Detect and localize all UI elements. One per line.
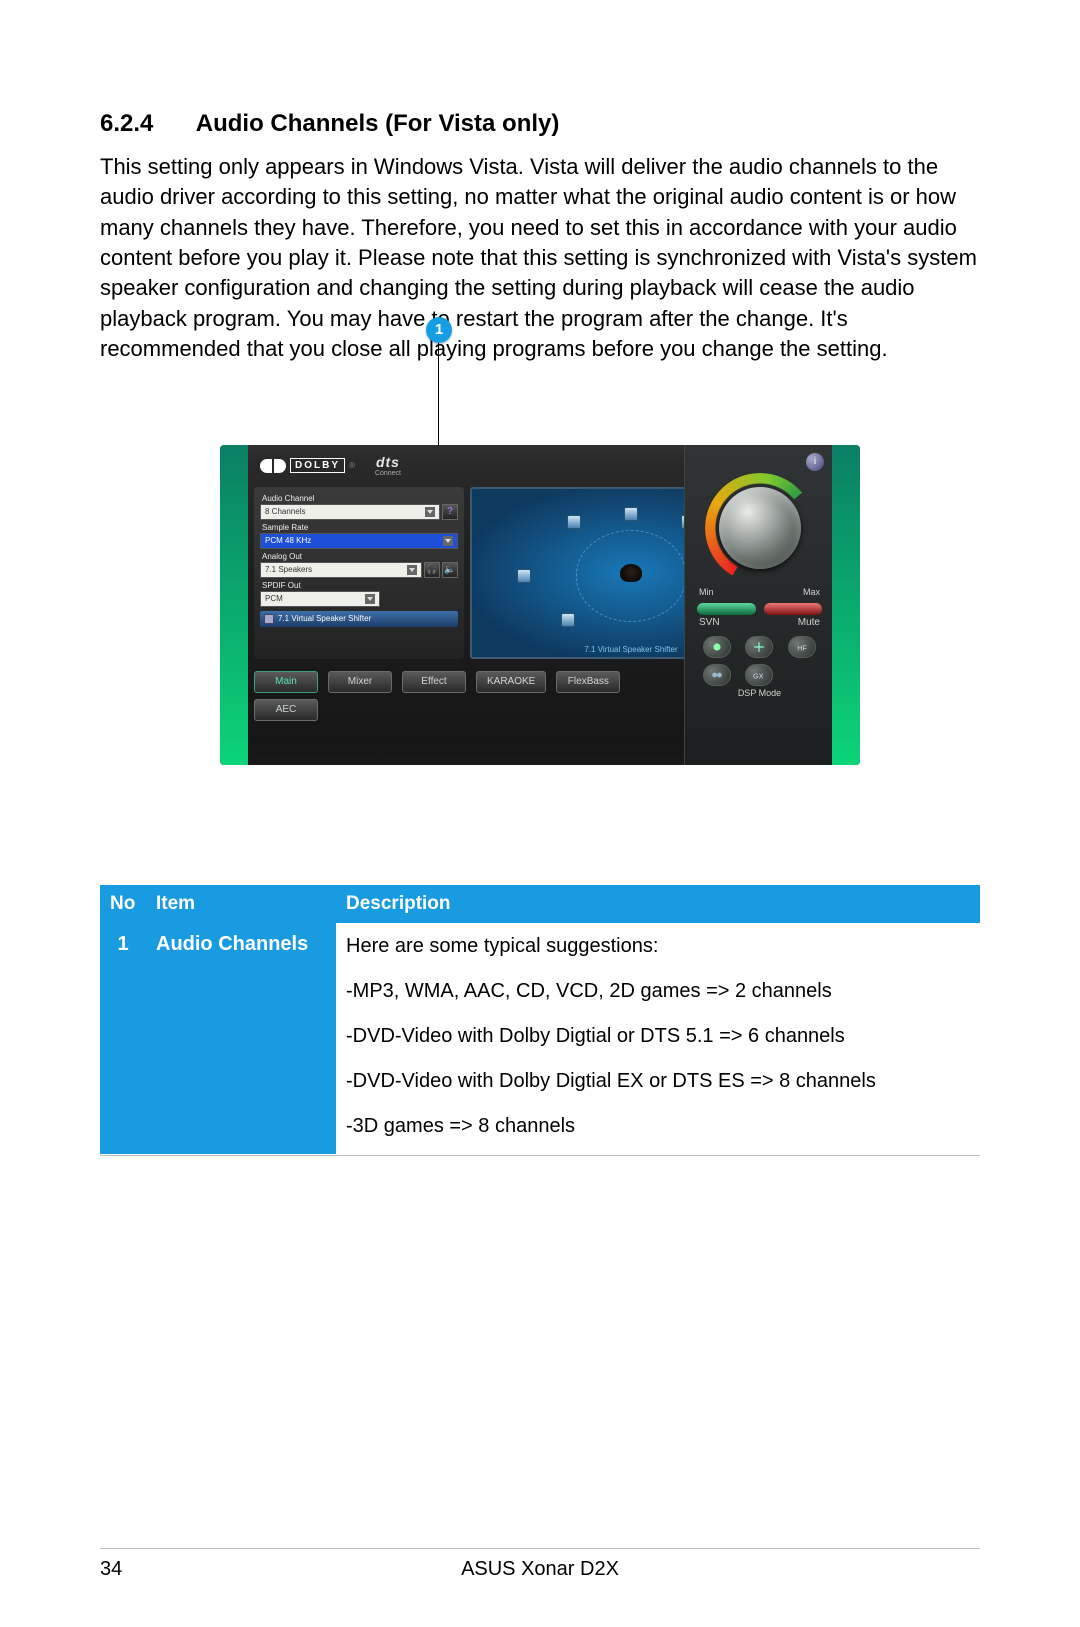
tab-effect[interactable]: Effect bbox=[402, 671, 466, 693]
chevron-down-icon bbox=[425, 507, 435, 517]
desc-line: -3D games => 8 channels bbox=[346, 1113, 970, 1140]
speaker-rear-left[interactable] bbox=[561, 613, 575, 627]
tab-karaoke[interactable]: KARAOKE bbox=[476, 671, 546, 693]
chevron-down-icon bbox=[407, 565, 417, 575]
speaker-front-left[interactable] bbox=[567, 515, 581, 529]
svn-label: SVN bbox=[699, 617, 720, 628]
cell-no: 1 bbox=[100, 923, 146, 1155]
mute-label: Mute bbox=[798, 617, 820, 628]
sample-rate-combo[interactable]: PCM 48 KHz bbox=[260, 533, 458, 549]
dts-subtext: Connect bbox=[375, 470, 401, 477]
footer-title: ASUS Xonar D2X bbox=[100, 1558, 980, 1581]
dsp-btn-2[interactable] bbox=[745, 636, 773, 658]
speaker-test-button[interactable]: 🔈 bbox=[442, 562, 458, 578]
knob-cap-icon bbox=[719, 487, 801, 569]
headphone-icon: 🎧 bbox=[426, 564, 437, 575]
knob-area: i Min Max SVN Mute bbox=[684, 445, 834, 765]
dsp-mode-label: DSP Mode bbox=[693, 688, 826, 698]
svg-text:GX: GX bbox=[753, 671, 764, 680]
description-table: No Item Description 1 Audio Channels Her… bbox=[100, 885, 980, 1156]
volume-knob[interactable] bbox=[705, 473, 815, 583]
cell-desc: Here are some typical suggestions: -MP3,… bbox=[336, 923, 980, 1155]
dsp-btn-5[interactable]: GX bbox=[745, 664, 773, 686]
left-panel: Audio Channel 8 Channels ? Sample Rate P… bbox=[254, 487, 464, 659]
desc-line: Here are some typical suggestions: bbox=[346, 933, 970, 960]
listener-icon bbox=[620, 564, 642, 582]
th-item: Item bbox=[146, 885, 336, 923]
section-paragraph: This setting only appears in Windows Vis… bbox=[100, 152, 980, 365]
checkbox-icon bbox=[264, 614, 274, 624]
spdif-out-value: PCM bbox=[265, 594, 283, 603]
svn-toggle[interactable] bbox=[697, 603, 756, 615]
footer-rule bbox=[100, 1548, 980, 1549]
cell-item: Audio Channels bbox=[146, 923, 336, 1155]
th-no: No bbox=[100, 885, 146, 923]
dolby-icon bbox=[260, 459, 286, 473]
dts-text: dts bbox=[376, 454, 400, 470]
dsp-btn-4[interactable] bbox=[703, 664, 731, 686]
chevron-down-icon bbox=[443, 536, 453, 546]
dts-logo: dts Connect bbox=[375, 454, 401, 477]
dolby-text: DOLBY bbox=[290, 458, 345, 473]
info-button[interactable]: i bbox=[806, 453, 824, 471]
virtual-speaker-shifter-toggle[interactable]: 7.1 Virtual Speaker Shifter bbox=[260, 611, 458, 627]
knob-min-label: Min bbox=[699, 587, 714, 597]
section-title: Audio Channels (For Vista only) bbox=[196, 110, 560, 137]
desc-line: -DVD-Video with Dolby Digtial or DTS 5.1… bbox=[346, 1023, 970, 1050]
th-desc: Description bbox=[336, 885, 980, 923]
analog-out-combo[interactable]: 7.1 Speakers bbox=[260, 562, 422, 578]
sample-rate-value: PCM 48 KHz bbox=[265, 536, 311, 545]
vss-label: 7.1 Virtual Speaker Shifter bbox=[278, 614, 371, 623]
sample-rate-label: Sample Rate bbox=[262, 523, 458, 532]
document-page: 6.2.4 Audio Channels (For Vista only) Th… bbox=[0, 0, 1080, 1627]
section-heading: 6.2.4 Audio Channels (For Vista only) bbox=[100, 110, 980, 138]
tab-mixer[interactable]: Mixer bbox=[328, 671, 392, 693]
audio-channel-value: 8 Channels bbox=[265, 507, 305, 516]
audio-channel-label: Audio Channel bbox=[262, 494, 458, 503]
tab-flexbass[interactable]: FlexBass bbox=[556, 671, 620, 693]
dsp-btn-1[interactable] bbox=[703, 636, 731, 658]
speaker-center[interactable] bbox=[624, 507, 638, 521]
knob-max-label: Max bbox=[803, 587, 820, 597]
dsp-grid: HF GX bbox=[699, 636, 820, 686]
spdif-out-combo[interactable]: PCM bbox=[260, 591, 380, 607]
desc-line: -DVD-Video with Dolby Digtial EX or DTS … bbox=[346, 1068, 970, 1095]
headphone-button[interactable]: 🎧 bbox=[424, 562, 440, 578]
speaker-side-left[interactable] bbox=[517, 569, 531, 583]
page-footer: 34 ASUS Xonar D2X bbox=[100, 1558, 980, 1581]
section-number: 6.2.4 bbox=[100, 110, 190, 138]
table-row: 1 Audio Channels Here are some typical s… bbox=[100, 923, 980, 1155]
svg-text:HF: HF bbox=[797, 643, 807, 652]
tab-main[interactable]: Main bbox=[254, 671, 318, 693]
info-icon: i bbox=[814, 456, 816, 467]
chevron-down-icon bbox=[365, 594, 375, 604]
help-button[interactable]: ? bbox=[442, 504, 458, 520]
analog-out-label: Analog Out bbox=[262, 552, 458, 561]
speaker-icon: 🔈 bbox=[444, 564, 455, 575]
spdif-out-label: SPDIF Out bbox=[262, 581, 458, 590]
callout-badge: 1 bbox=[426, 317, 452, 343]
dolby-logo: DOLBY ® bbox=[260, 458, 357, 473]
audio-channel-combo[interactable]: 8 Channels bbox=[260, 504, 440, 520]
app-screenshot: DOLBY ® dts Connect MENU Audio Channel bbox=[220, 445, 860, 765]
analog-out-value: 7.1 Speakers bbox=[265, 565, 312, 574]
mute-toggle[interactable] bbox=[764, 603, 823, 615]
desc-line: -MP3, WMA, AAC, CD, VCD, 2D games => 2 c… bbox=[346, 978, 970, 1005]
dsp-btn-3[interactable]: HF bbox=[788, 636, 816, 658]
tab-aec[interactable]: AEC bbox=[254, 699, 318, 721]
